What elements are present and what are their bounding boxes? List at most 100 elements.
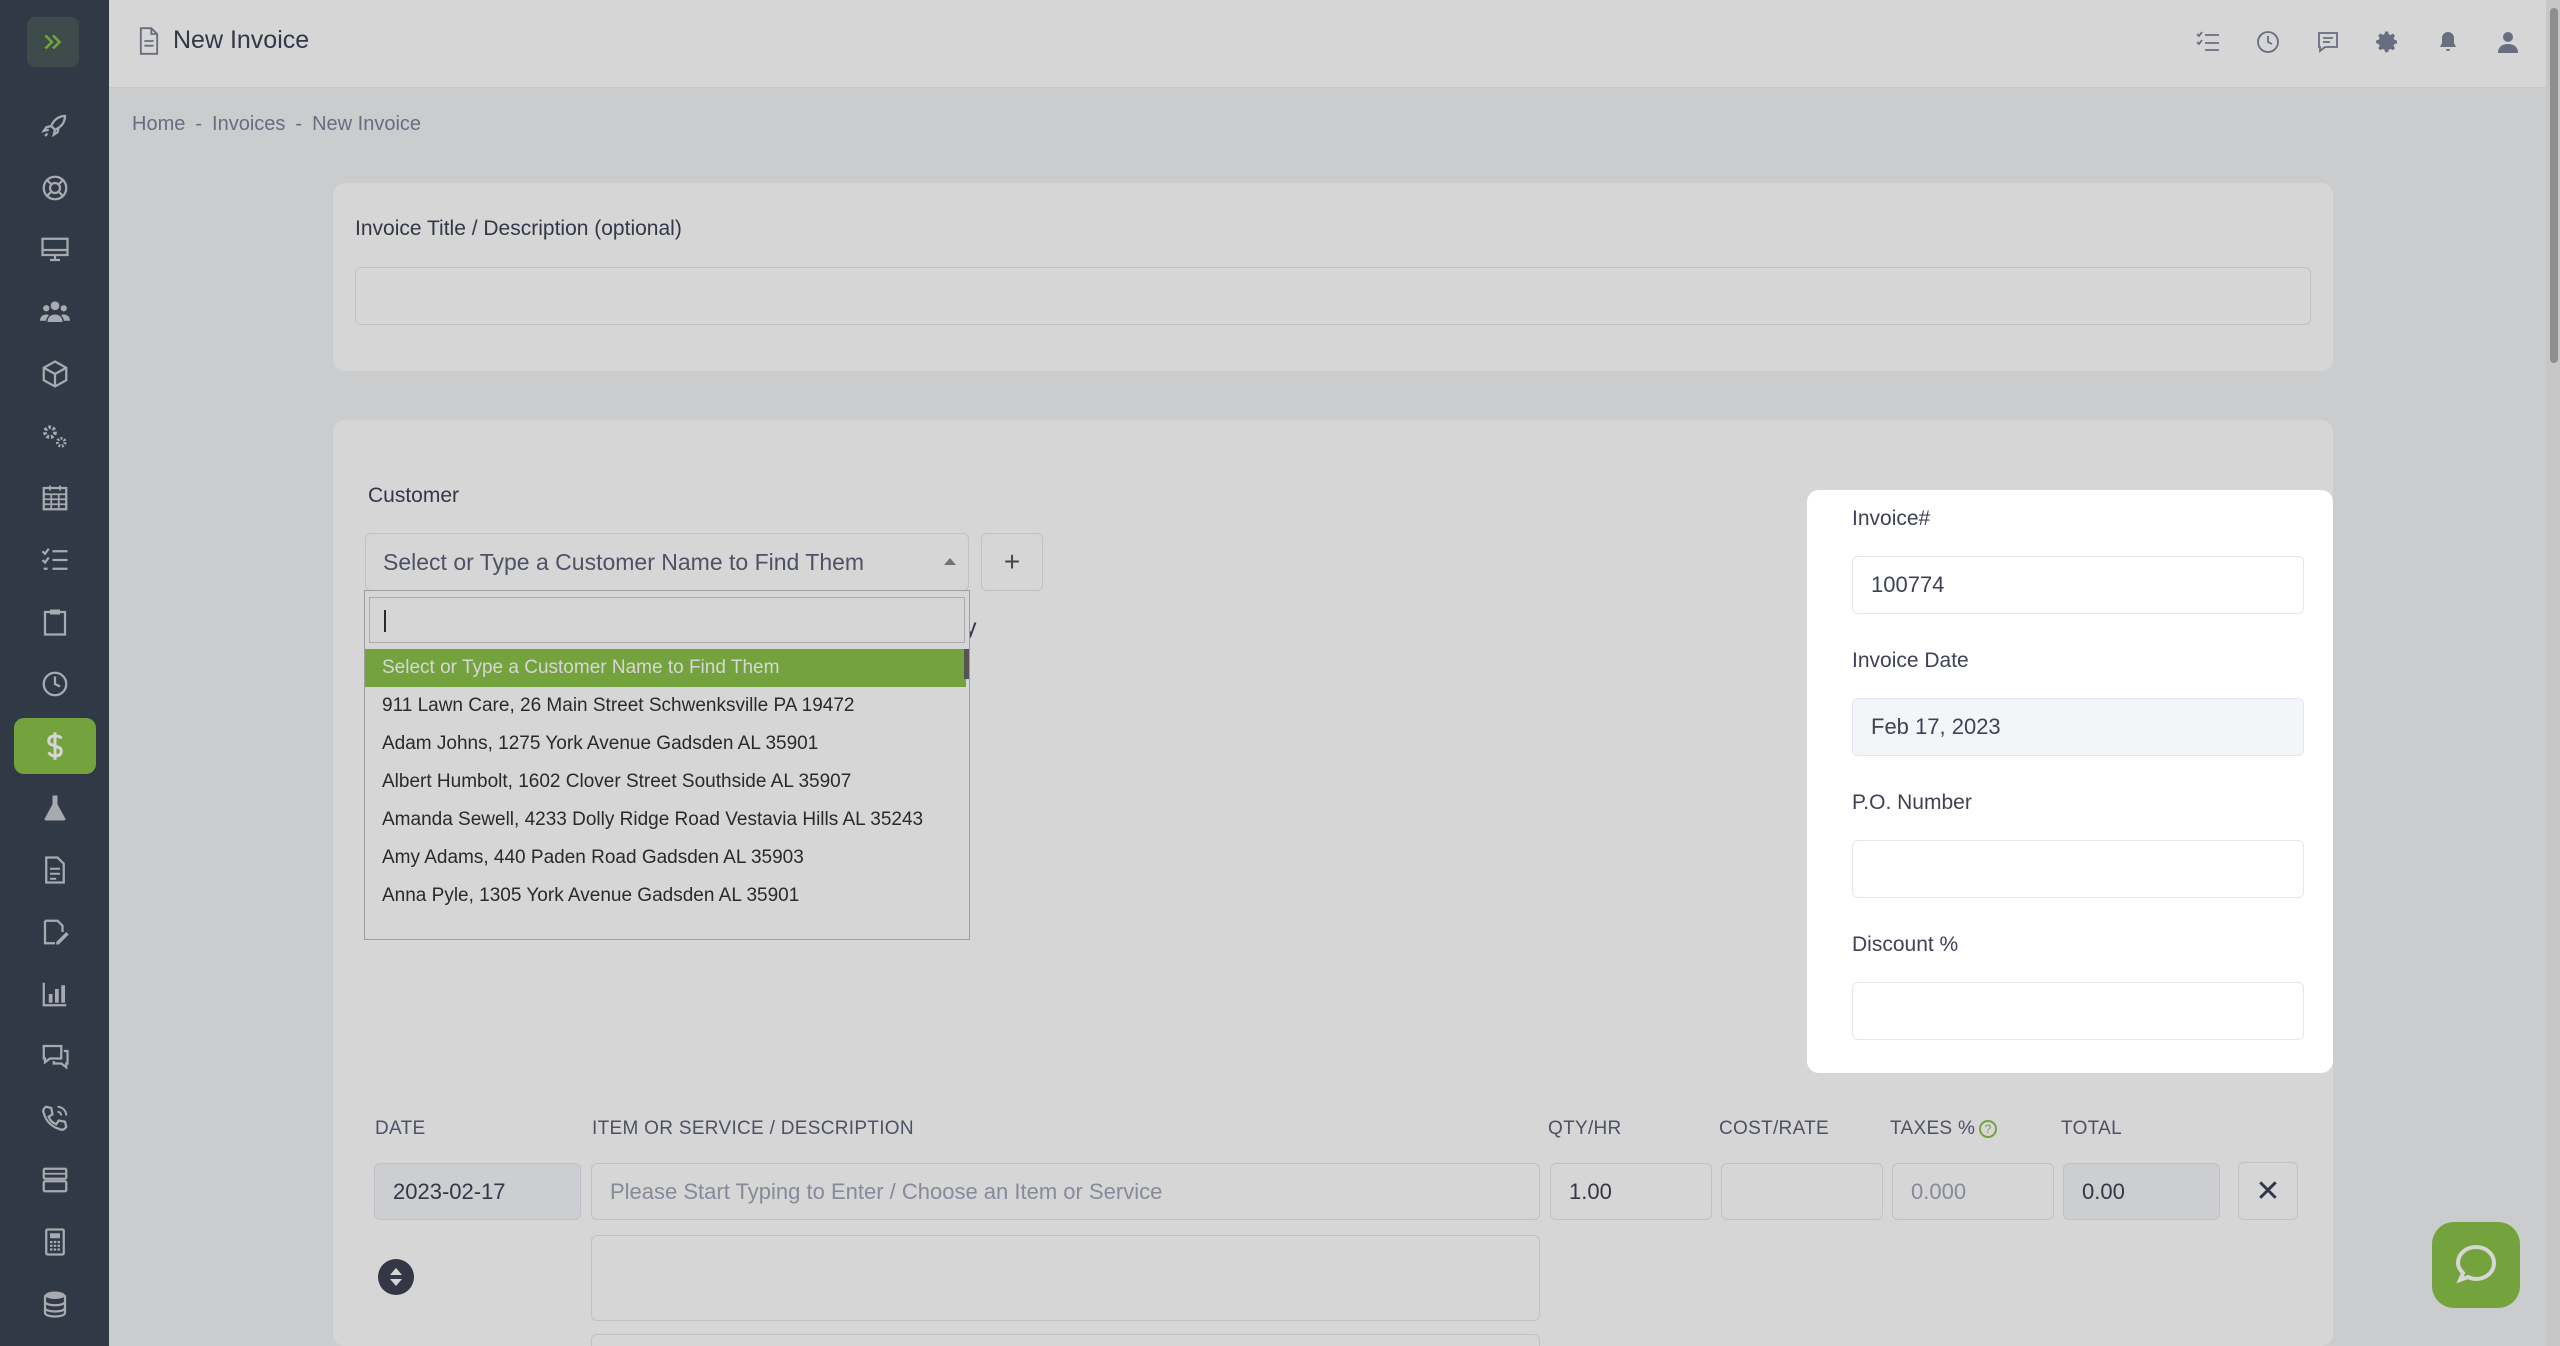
customer-options-list: Select or Type a Customer Name to Find T… (365, 649, 969, 915)
customer-option[interactable]: Select or Type a Customer Name to Find T… (365, 649, 966, 687)
line-item-input[interactable]: Please Start Typing to Enter / Choose an… (591, 1163, 1540, 1220)
customer-option[interactable]: Amanda Sewell, 4233 Dolly Ridge Road Ves… (365, 801, 966, 839)
line-cost-input[interactable] (1721, 1163, 1883, 1220)
invoice-title-card: Invoice Title / Description (optional) (333, 183, 2333, 371)
clipboard-icon (43, 609, 67, 636)
line-total-value: 0.00 (2063, 1163, 2220, 1220)
invoice-title-input[interactable] (355, 267, 2311, 325)
users-icon (40, 301, 70, 322)
header-icons (2192, 26, 2524, 58)
line-qty-input[interactable]: 1.00 (1550, 1163, 1712, 1220)
bell-icon[interactable] (2432, 26, 2464, 58)
gears-icon (43, 425, 67, 448)
sidebar-item-monitor[interactable] (14, 222, 96, 278)
col-header-qty: QTY/HR (1548, 1118, 1622, 1139)
breadcrumb: Home - Invoices - New Invoice (132, 113, 421, 136)
chat-icon (42, 1044, 69, 1070)
col-header-total: TOTAL (2061, 1118, 2122, 1139)
clock-icon (42, 671, 68, 697)
flask-icon (44, 795, 66, 821)
page-scrollbar[interactable] (2546, 0, 2560, 1346)
invoice-title-label: Invoice Title / Description (optional) (355, 217, 682, 240)
breadcrumb-home[interactable]: Home (132, 113, 185, 136)
customer-search-input[interactable] (369, 597, 965, 643)
sidebar-item-checklist[interactable] (14, 532, 96, 588)
line-next-textarea[interactable] (591, 1334, 1540, 1346)
line-taxes-input[interactable]: 0.000 (1892, 1163, 2054, 1220)
line-date-input[interactable]: 2023-02-17 (374, 1163, 581, 1220)
sidebar-item-lifebuoy[interactable] (14, 160, 96, 216)
col-header-item: ITEM OR SERVICE / DESCRIPTION (592, 1118, 914, 1139)
page-title-text: New Invoice (173, 26, 310, 54)
sidebar-item-clock[interactable] (14, 656, 96, 712)
chat-launcher-button[interactable] (2432, 1222, 2520, 1308)
document-icon (139, 26, 159, 55)
sidebar-item-gears[interactable] (14, 408, 96, 464)
text-cursor (384, 610, 386, 632)
col-header-date: DATE (375, 1118, 426, 1139)
signature-icon (43, 919, 69, 945)
gear-icon[interactable] (2372, 26, 2404, 58)
invoice-date-label: Invoice Date (1852, 649, 1969, 672)
reorder-handle[interactable] (378, 1259, 414, 1295)
customer-option[interactable]: Albert Humbolt, 1602 Clover Street South… (365, 763, 966, 801)
po-number-label: P.O. Number (1852, 791, 1972, 814)
scrollbar-thumb[interactable] (2550, 8, 2558, 363)
sidebar-toggle-button[interactable] (27, 17, 79, 67)
page-title: New Invoice (137, 26, 309, 55)
customer-select-value: Select or Type a Customer Name to Find T… (383, 548, 865, 575)
sidebar-item-users[interactable] (14, 284, 96, 340)
discount-label: Discount % (1852, 933, 1959, 956)
sidebar (0, 0, 109, 1346)
rocket-icon (41, 114, 67, 138)
chat-icon[interactable] (2312, 26, 2344, 58)
sidebar-item-box[interactable] (14, 346, 96, 402)
add-customer-button[interactable]: + (981, 533, 1043, 591)
customer-select[interactable]: Select or Type a Customer Name to Find T… (365, 533, 969, 591)
discount-input[interactable] (1852, 982, 2304, 1040)
user-icon[interactable] (2492, 26, 2524, 58)
tasks-icon[interactable] (2192, 26, 2224, 58)
sidebar-item-document[interactable] (14, 842, 96, 898)
box-icon (42, 360, 68, 388)
sidebar-item-dollar[interactable] (14, 718, 96, 774)
clock-icon[interactable] (2252, 26, 2284, 58)
calendar-icon (42, 485, 68, 511)
help-icon[interactable]: ? (1979, 1119, 1998, 1138)
dollar-icon (47, 732, 63, 760)
customer-option[interactable]: 911 Lawn Care, 26 Main Street Schwenksvi… (365, 687, 966, 725)
breadcrumb-current: New Invoice (312, 113, 422, 135)
col-header-taxes-text: TAXES % (1890, 1118, 1976, 1139)
customer-label: Customer (368, 484, 460, 507)
sidebar-item-server[interactable] (14, 1152, 96, 1208)
invoice-date-input[interactable]: Feb 17, 2023 (1852, 698, 2304, 756)
sidebar-item-phone[interactable] (14, 1090, 96, 1146)
sidebar-item-signature[interactable] (14, 904, 96, 960)
chat-bubble-icon (2455, 1244, 2497, 1284)
sidebar-item-flask[interactable] (14, 780, 96, 836)
line-description-textarea[interactable] (591, 1235, 1540, 1321)
invoice-details-panel: Invoice# 100774 Invoice Date Feb 17, 202… (1807, 490, 2333, 1073)
customer-dropdown: Select or Type a Customer Name to Find T… (364, 590, 970, 940)
sidebar-item-clipboard[interactable] (14, 594, 96, 650)
calculator-icon (45, 1228, 65, 1256)
sidebar-item-chat[interactable] (14, 1028, 96, 1084)
select-arrow-icon (944, 558, 956, 565)
remove-line-button[interactable]: ✕ (2238, 1162, 2298, 1220)
customer-option[interactable]: Adam Johns, 1275 York Avenue Gadsden AL … (365, 725, 966, 763)
monitor-icon (41, 237, 69, 262)
dropdown-scrollbar[interactable] (964, 649, 969, 679)
breadcrumb-separator: - (195, 113, 203, 135)
breadcrumb-invoices[interactable]: Invoices (212, 113, 285, 136)
sidebar-item-database[interactable] (14, 1276, 96, 1332)
customer-option[interactable]: Anna Pyle, 1305 York Avenue Gadsden AL 3… (365, 877, 966, 915)
double-chevron-right-icon (44, 34, 62, 50)
sidebar-item-calculator[interactable] (14, 1214, 96, 1270)
customer-option[interactable]: Amy Adams, 440 Paden Road Gadsden AL 359… (365, 839, 966, 877)
sidebar-item-bar-chart[interactable] (14, 966, 96, 1022)
sidebar-item-calendar[interactable] (14, 470, 96, 526)
checklist-icon (41, 548, 68, 570)
po-number-input[interactable] (1852, 840, 2304, 898)
invoice-number-input[interactable]: 100774 (1852, 556, 2304, 614)
sidebar-item-rocket[interactable] (14, 98, 96, 154)
